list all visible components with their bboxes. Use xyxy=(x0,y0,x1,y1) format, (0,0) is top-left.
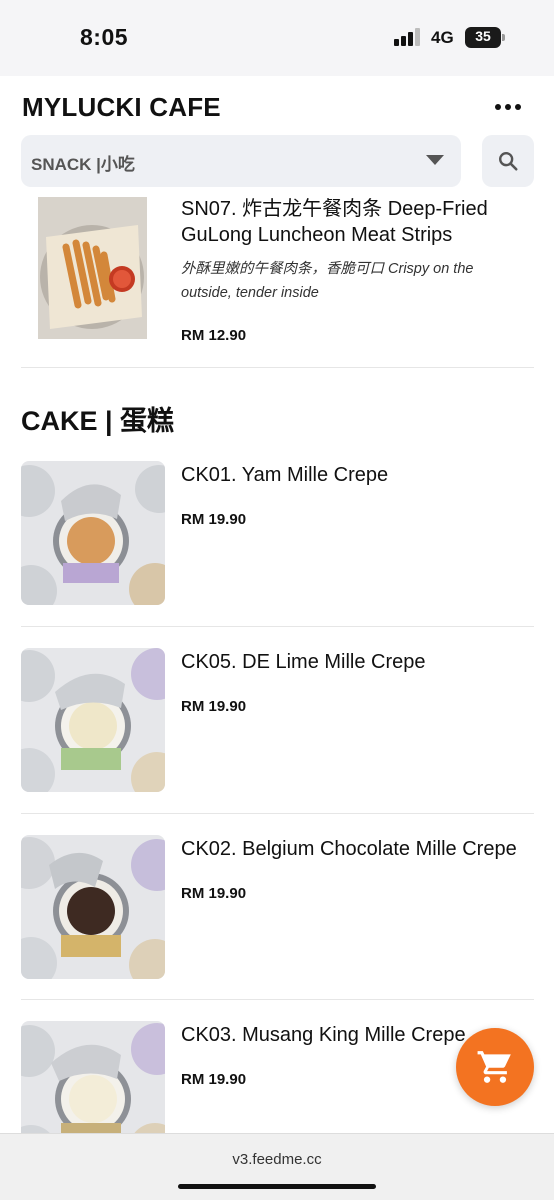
browser-url-bar[interactable]: v3.feedme.cc xyxy=(0,1133,554,1200)
section-title: CAKE | 蛋糕 xyxy=(21,406,175,436)
category-dropdown[interactable]: SNACK |小吃 xyxy=(21,135,461,187)
home-indicator[interactable] xyxy=(178,1184,376,1189)
item-title: CK05. DE Lime Mille Crepe xyxy=(181,651,426,673)
cart-icon xyxy=(477,1051,511,1083)
item-description: 外酥里嫩的午餐肉条，香脆可口 Crispy on the xyxy=(181,261,474,277)
search-button[interactable] xyxy=(482,135,534,187)
battery-level: 35 xyxy=(475,28,491,44)
item-price: RM 19.90 xyxy=(181,511,247,528)
item-title-line-2: GuLong Luncheon Meat Strips xyxy=(181,224,453,246)
item-price: RM 19.90 xyxy=(181,885,247,902)
category-selected-label: SNACK |小吃 xyxy=(31,155,135,174)
divider xyxy=(21,626,534,627)
shop-name: MYLUCKI CAFE xyxy=(22,92,221,122)
signal-icon xyxy=(394,28,422,46)
item-image xyxy=(38,197,147,339)
item-title: CK03. Musang King Mille Crepe xyxy=(181,1024,466,1046)
search-icon xyxy=(499,152,518,171)
item-price: RM 12.90 xyxy=(181,327,247,344)
status-time: 8:05 xyxy=(80,24,129,50)
item-price: RM 19.90 xyxy=(181,698,247,715)
status-bar: 8:05 4G 35 xyxy=(0,0,554,76)
item-title: CK01. Yam Mille Crepe xyxy=(181,464,389,486)
more-icon xyxy=(495,104,501,110)
item-description-line-2: outside, tender inside xyxy=(181,285,319,301)
network-label: 4G xyxy=(431,28,454,47)
divider xyxy=(21,813,534,814)
caret-down-icon xyxy=(426,155,444,165)
cart-button[interactable] xyxy=(456,1028,534,1106)
more-options-button[interactable] xyxy=(490,96,526,118)
item-title: CK02. Belgium Chocolate Mille Crepe xyxy=(181,838,517,860)
list-item[interactable]: SN07. 炸古龙午餐肉条 Deep-Fried GuLong Luncheon… xyxy=(0,196,554,368)
battery-icon: 35 xyxy=(465,27,505,48)
item-image xyxy=(21,835,165,979)
app-header: MYLUCKI CAFE SNACK |小吃 xyxy=(0,76,554,196)
item-title: SN07. 炸古龙午餐肉条 Deep-Fried xyxy=(181,198,488,220)
divider xyxy=(21,367,534,368)
item-image xyxy=(21,648,165,792)
divider xyxy=(21,999,534,1000)
url-text: v3.feedme.cc xyxy=(232,1151,322,1168)
list-item[interactable]: CK01. Yam Mille Crepe RM 19.90 xyxy=(0,460,554,626)
item-image xyxy=(21,1021,165,1133)
list-item[interactable]: CK05. DE Lime Mille Crepe RM 19.90 xyxy=(0,647,554,813)
item-image xyxy=(21,461,165,605)
item-price: RM 19.90 xyxy=(181,1071,247,1088)
list-item[interactable]: CK02. Belgium Chocolate Mille Crepe RM 1… xyxy=(0,834,554,1000)
